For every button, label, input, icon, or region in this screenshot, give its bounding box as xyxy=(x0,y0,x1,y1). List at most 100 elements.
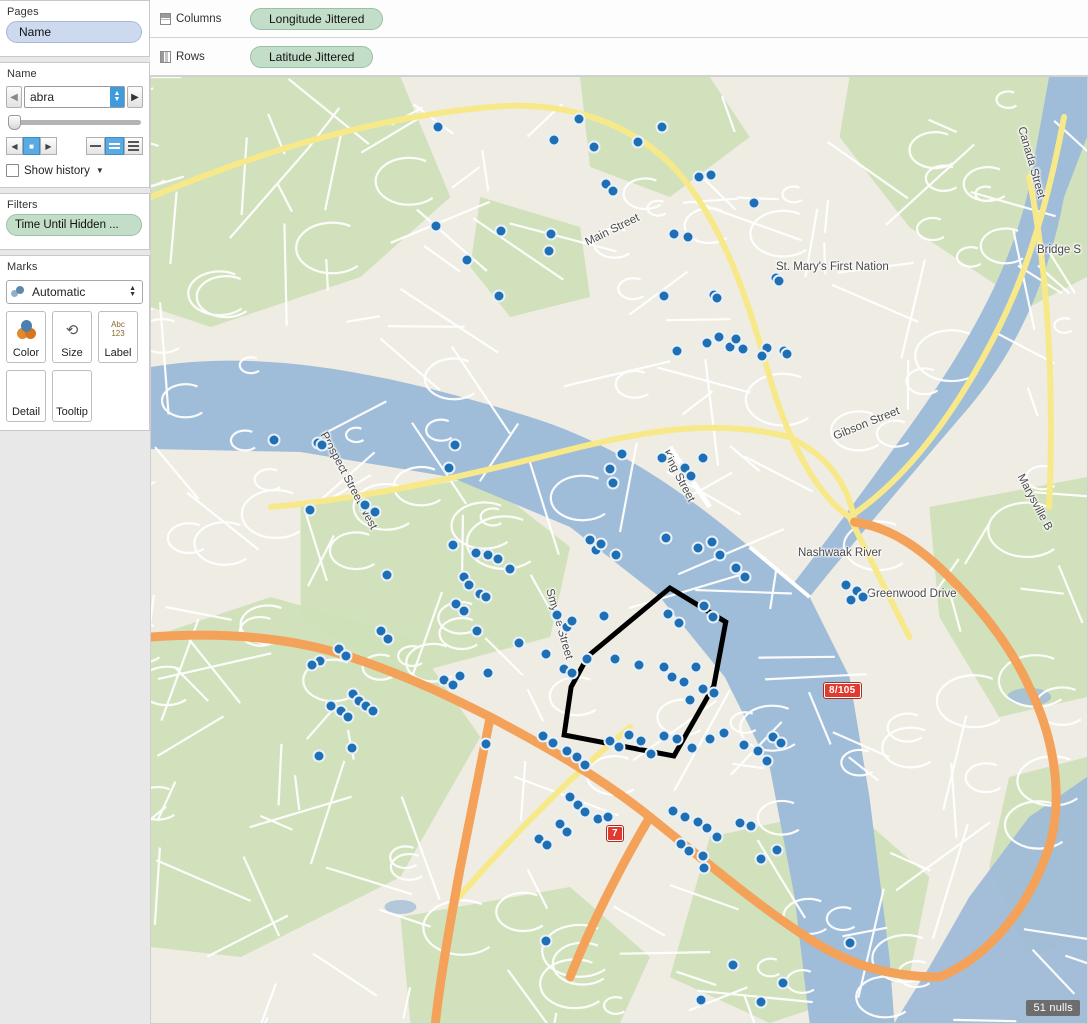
map-data-mark[interactable] xyxy=(655,451,669,465)
map-data-mark[interactable] xyxy=(694,993,708,1007)
show-history-checkbox[interactable] xyxy=(6,164,19,177)
map-data-mark[interactable] xyxy=(609,548,623,562)
map-data-mark[interactable] xyxy=(780,347,794,361)
marks-type-dropdown[interactable]: Automatic ▲ ▼ xyxy=(6,280,143,304)
map-data-mark[interactable] xyxy=(469,546,483,560)
map-data-mark[interactable] xyxy=(601,810,615,824)
page-prev-button[interactable]: ◀ xyxy=(6,86,22,108)
map-data-mark[interactable] xyxy=(429,219,443,233)
map-data-mark[interactable] xyxy=(305,658,319,672)
map-data-mark[interactable] xyxy=(366,704,380,718)
page-value-field[interactable]: ▲▼ xyxy=(24,86,125,108)
map-data-mark[interactable] xyxy=(312,749,326,763)
page-next-button[interactable]: ▶ xyxy=(127,86,143,108)
map-data-mark[interactable] xyxy=(710,291,724,305)
map-data-mark[interactable] xyxy=(678,810,692,824)
page-slider-thumb[interactable] xyxy=(8,115,21,130)
map-data-mark[interactable] xyxy=(667,227,681,241)
page-spinner-icon[interactable]: ▲ ▼ xyxy=(110,87,124,107)
map-data-mark[interactable] xyxy=(572,112,586,126)
marks-size-button[interactable]: ⟲ Size xyxy=(52,311,92,363)
map-data-mark[interactable] xyxy=(606,184,620,198)
map-data-mark[interactable] xyxy=(460,253,474,267)
map-data-mark[interactable] xyxy=(380,568,394,582)
map-data-mark[interactable] xyxy=(448,438,462,452)
map-data-mark[interactable] xyxy=(729,332,743,346)
marks-label-button[interactable]: Abc 123 Label xyxy=(98,311,138,363)
map-data-mark[interactable] xyxy=(560,825,574,839)
map-data-mark[interactable] xyxy=(655,120,669,134)
marks-detail-button[interactable]: Detail xyxy=(6,370,46,422)
map-data-mark[interactable] xyxy=(706,610,720,624)
marks-color-button[interactable]: Color xyxy=(6,311,46,363)
map-data-mark[interactable] xyxy=(670,344,684,358)
map-data-mark[interactable] xyxy=(707,686,721,700)
map-data-mark[interactable] xyxy=(631,135,645,149)
columns-shelf[interactable]: Columns Longitude Jittered xyxy=(150,0,1088,38)
rows-shelf[interactable]: Rows Latitude Jittered xyxy=(150,38,1088,76)
map-data-mark[interactable] xyxy=(670,732,684,746)
map-data-mark[interactable] xyxy=(755,349,769,363)
map-data-mark[interactable] xyxy=(542,244,556,258)
map-data-mark[interactable] xyxy=(704,168,718,182)
playback-step-back-icon[interactable]: ◀ xyxy=(6,137,23,155)
map-data-mark[interactable] xyxy=(341,710,355,724)
map-data-mark[interactable] xyxy=(491,552,505,566)
map-data-mark[interactable] xyxy=(726,958,740,972)
playback-stop-icon[interactable]: ■ xyxy=(23,137,40,155)
map-data-mark[interactable] xyxy=(770,843,784,857)
map-data-mark[interactable] xyxy=(697,861,711,875)
map-data-mark[interactable] xyxy=(446,538,460,552)
map-data-mark[interactable] xyxy=(479,737,493,751)
map-data-mark[interactable] xyxy=(512,636,526,650)
map-data-mark[interactable] xyxy=(470,624,484,638)
map-data-mark[interactable] xyxy=(492,289,506,303)
map-data-mark[interactable] xyxy=(606,476,620,490)
map-data-mark[interactable] xyxy=(683,693,697,707)
marks-tooltip-button[interactable]: Tooltip xyxy=(52,370,92,422)
map-data-mark[interactable] xyxy=(544,227,558,241)
map-data-mark[interactable] xyxy=(578,758,592,772)
map-data-mark[interactable] xyxy=(844,593,858,607)
map-data-mark[interactable] xyxy=(713,548,727,562)
map-data-mark[interactable] xyxy=(503,562,517,576)
map-data-mark[interactable] xyxy=(540,838,554,852)
speed-fast-button[interactable] xyxy=(124,137,143,155)
map-data-mark[interactable] xyxy=(446,678,460,692)
map-data-mark[interactable] xyxy=(580,652,594,666)
map-data-mark[interactable] xyxy=(772,274,786,288)
columns-pill-longitude-jittered[interactable]: Longitude Jittered xyxy=(250,7,384,30)
map-data-mark[interactable] xyxy=(738,570,752,584)
map-data-mark[interactable] xyxy=(381,632,395,646)
map-data-mark[interactable] xyxy=(587,140,601,154)
map-data-mark[interactable] xyxy=(760,754,774,768)
map-data-mark[interactable] xyxy=(754,995,768,1009)
pages-pill-name[interactable]: Name xyxy=(6,21,142,43)
map-data-mark[interactable] xyxy=(539,934,553,948)
map-data-mark[interactable] xyxy=(705,535,719,549)
map-data-mark[interactable] xyxy=(368,505,382,519)
map-canvas[interactable]: Main Street St. Mary's First Nation Canada… xyxy=(151,77,1087,1023)
nulls-badge[interactable]: 51 nulls xyxy=(1026,1000,1080,1016)
map-data-mark[interactable] xyxy=(578,805,592,819)
map-data-mark[interactable] xyxy=(681,230,695,244)
map-data-mark[interactable] xyxy=(696,451,710,465)
map-data-mark[interactable] xyxy=(672,616,686,630)
map-data-mark[interactable] xyxy=(747,196,761,210)
map-data-mark[interactable] xyxy=(315,438,329,452)
map-data-mark[interactable] xyxy=(856,590,870,604)
speed-slow-button[interactable] xyxy=(86,137,105,155)
map-data-mark[interactable] xyxy=(597,609,611,623)
map-data-mark[interactable] xyxy=(657,729,671,743)
map-data-mark[interactable] xyxy=(547,133,561,147)
speed-medium-button[interactable] xyxy=(105,137,124,155)
map-data-mark[interactable] xyxy=(644,747,658,761)
filter-pill-time-until-hidden[interactable]: Time Until Hidden ... xyxy=(6,214,142,236)
show-history-chevron-down-icon[interactable]: ▼ xyxy=(96,166,104,175)
page-slider[interactable] xyxy=(6,115,143,130)
map-data-mark[interactable] xyxy=(565,666,579,680)
map-data-mark[interactable] xyxy=(632,658,646,672)
marks-dropdown-chevron-icon[interactable]: ▲ ▼ xyxy=(129,285,136,298)
map-data-mark[interactable] xyxy=(657,289,671,303)
map-data-mark[interactable] xyxy=(703,732,717,746)
